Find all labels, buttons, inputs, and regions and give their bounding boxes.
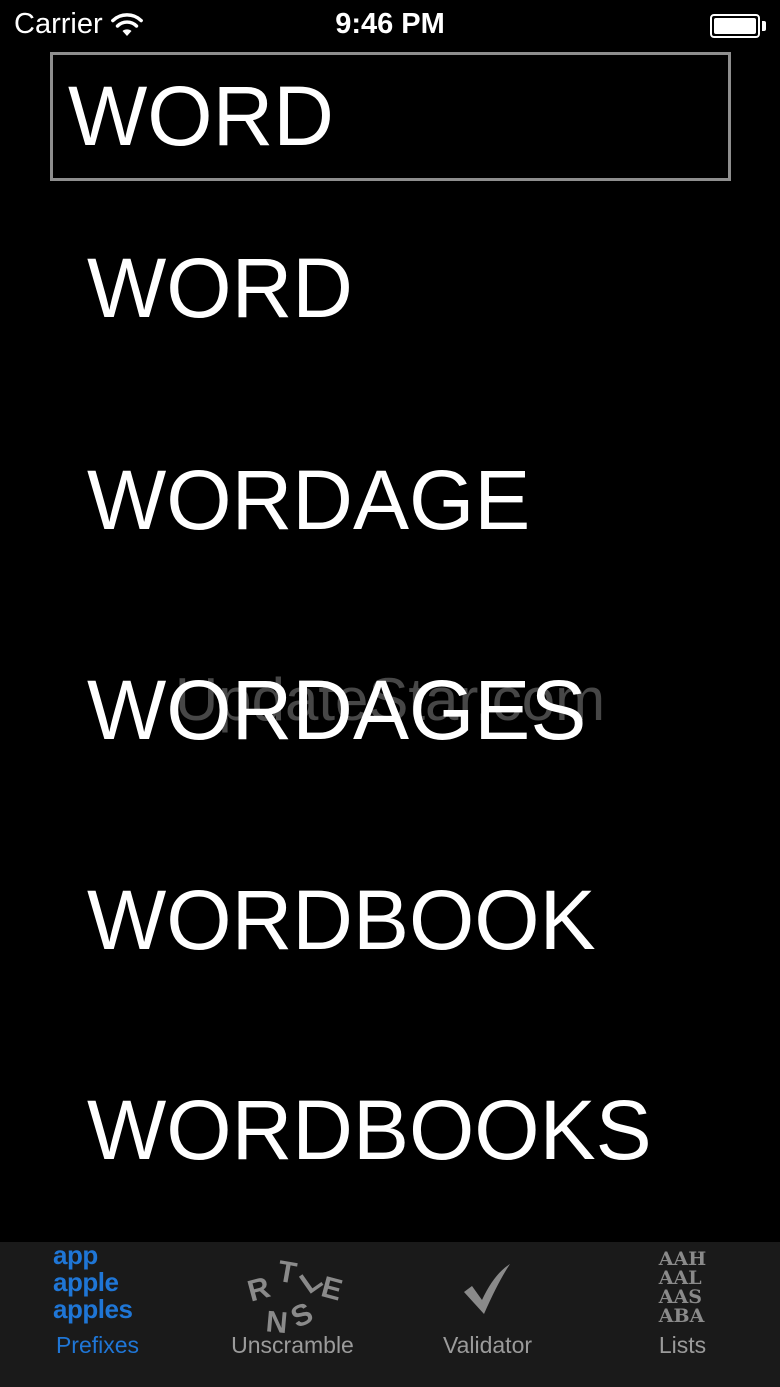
tab-lists[interactable]: AAH AAL AAS ABA Lists [585,1242,780,1387]
tab-label: Validator [442,1332,533,1358]
status-time: 9:46 PM [335,8,445,40]
status-bar: Carrier 9:46 PM [0,0,780,52]
checkmark-icon [463,1264,510,1314]
svg-text:E: E [317,1270,345,1307]
tab-label: Unscramble [231,1332,354,1358]
word-list-item[interactable]: WORD [0,181,780,395]
word-list-item[interactable]: WORDBOOK [0,815,780,1025]
word-list[interactable]: WORD WORDAGE WORDAGES WORDBOOK WORDBOOKS [0,181,780,1242]
tab-label: Prefixes [55,1332,140,1358]
tab-unscramble[interactable]: R T L E N S Unscramble [195,1242,390,1387]
battery-icon [710,14,766,38]
word-list-item[interactable]: WORDAGES [0,605,780,815]
tab-bar: app apple apples Prefixes R T L E N S Un… [0,1242,780,1387]
word-list-item[interactable]: WORDAGE [0,395,780,605]
prefixes-icon: app apple apples [53,1240,133,1324]
tab-prefixes[interactable]: app apple apples Prefixes [0,1242,195,1387]
svg-text:R: R [244,1271,274,1309]
word-list-item[interactable]: WORDBOOKS [0,1025,780,1235]
scrambled-letters-icon: R T L E N S [244,1255,346,1336]
tab-validator[interactable]: Validator [390,1242,585,1387]
word-search-input[interactable] [50,52,731,181]
word-list-icon: AAH AAL AAS ABA [658,1248,707,1327]
tab-label: Lists [658,1332,707,1358]
svg-text:S: S [285,1296,317,1334]
